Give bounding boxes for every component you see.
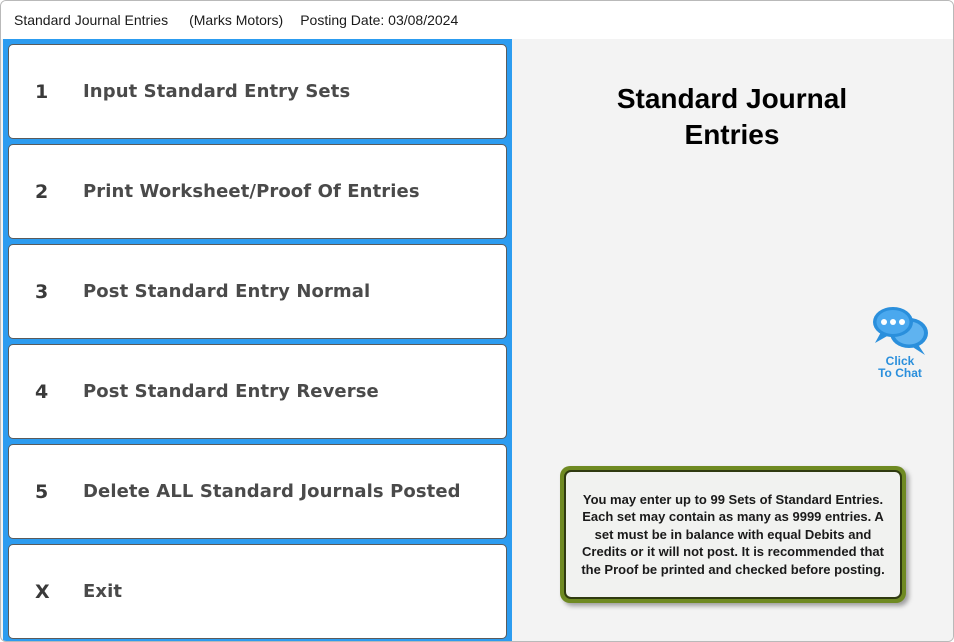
main-panel: Standard Journal Entries Click To Chat Y… [512, 39, 953, 641]
menu-item-key: 1 [35, 80, 49, 103]
menu-item-input-standard-entry-sets[interactable]: 1 Input Standard Entry Sets [8, 44, 507, 139]
menu-item-key: 4 [35, 380, 49, 403]
chat-label: Click To Chat [868, 355, 932, 379]
menu-item-label: Input Standard Entry Sets [83, 81, 351, 102]
menu-item-key: 3 [35, 280, 49, 303]
info-note-text: You may enter up to 99 Sets of Standard … [564, 470, 902, 599]
company-name: (Marks Motors) [189, 12, 284, 28]
chat-label-line2: To Chat [878, 366, 922, 380]
info-note: You may enter up to 99 Sets of Standard … [560, 466, 906, 603]
app-window: Standard Journal Entries (Marks Motors) … [0, 0, 954, 642]
menu-panel: 1 Input Standard Entry Sets 2 Print Work… [3, 39, 512, 641]
page-title: Standard Journal Entries [572, 81, 892, 153]
menu-item-label: Delete ALL Standard Journals Posted [83, 481, 461, 502]
window-title: Standard Journal Entries [14, 12, 169, 28]
menu-item-label: Post Standard Entry Reverse [83, 381, 379, 402]
menu-item-label: Post Standard Entry Normal [83, 281, 371, 302]
page-title-line1: Standard Journal [616, 83, 848, 114]
chat-bubbles-icon [873, 307, 928, 355]
page-title-line2: Entries [684, 119, 780, 150]
menu-item-exit[interactable]: X Exit [8, 544, 507, 639]
menu-item-post-normal[interactable]: 3 Post Standard Entry Normal [8, 244, 507, 339]
posting-date: Posting Date: 03/08/2024 [300, 12, 459, 28]
click-to-chat-button[interactable]: Click To Chat [868, 305, 932, 381]
menu-item-post-reverse[interactable]: 4 Post Standard Entry Reverse [8, 344, 507, 439]
menu-item-key: X [35, 580, 50, 603]
title-bar: Standard Journal Entries (Marks Motors) … [1, 1, 953, 39]
menu-item-key: 5 [35, 480, 49, 503]
menu-item-key: 2 [35, 180, 49, 203]
menu-item-label: Print Worksheet/Proof Of Entries [83, 181, 420, 202]
menu-item-print-worksheet[interactable]: 2 Print Worksheet/Proof Of Entries [8, 144, 507, 239]
menu-item-label: Exit [83, 581, 123, 602]
menu-item-delete-all-posted[interactable]: 5 Delete ALL Standard Journals Posted [8, 444, 507, 539]
